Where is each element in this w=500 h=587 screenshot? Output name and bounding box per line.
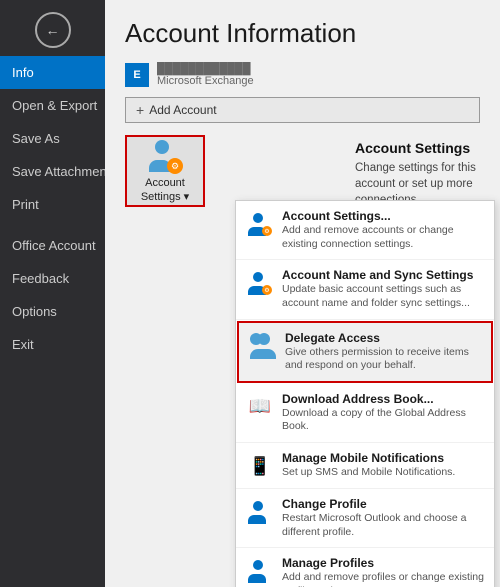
dropdown-item-manage-profiles[interactable]: Manage Profiles Add and remove profiles … [236,548,494,587]
dropdown-item-text: Account Settings... Add and remove accou… [282,209,484,251]
dropdown-item-text: Manage Mobile Notifications Set up SMS a… [282,451,484,480]
sidebar-item-label: Exit [12,337,34,352]
dropdown-item-account-settings[interactable]: ⚙ Account Settings... Add and remove acc… [236,201,494,260]
manage-profiles-icon [246,557,274,585]
sidebar-item-print[interactable]: Print [0,188,105,221]
sidebar-item-label: Options [12,304,57,319]
change-profile-icon [246,498,274,526]
account-settings-icon-area: ⚙ [147,138,183,174]
sidebar-item-label: Save As [12,131,60,146]
account-settings-label: AccountSettings ▾ [141,177,189,203]
sidebar-item-label: Print [12,197,39,212]
page-title: Account Information [105,0,500,59]
sidebar-item-label: Office Account [12,238,96,253]
sidebar-item-office-account[interactable]: Office Account [0,229,105,262]
add-account-button[interactable]: + Add Account [125,97,480,123]
dropdown-item-text: Delegate Access Give others permission t… [285,331,481,373]
dropdown-item-account-name-sync[interactable]: ⚙ Account Name and Sync Settings Update … [236,260,494,319]
sidebar-item-label: Save Attachments [12,164,117,179]
sidebar: ← Info Open & Export Save As Save Attach… [0,0,105,587]
account-settings-button[interactable]: ⚙ AccountSettings ▾ [125,135,205,207]
sidebar-item-save-attachments[interactable]: Save Attachments [0,155,105,188]
account-info: ████████████ Microsoft Exchange [157,63,254,87]
account-type: Microsoft Exchange [157,75,254,87]
dropdown-item-mobile-notifications[interactable]: 📱 Manage Mobile Notifications Set up SMS… [236,443,494,489]
account-email: ████████████ [157,63,254,75]
sidebar-item-label: Feedback [12,271,69,286]
dropdown-item-text: Download Address Book... Download a copy… [282,392,484,434]
dropdown-item-download-address-book[interactable]: 📖 Download Address Book... Download a co… [236,384,494,443]
sidebar-item-feedback[interactable]: Feedback [0,262,105,295]
sidebar-item-exit[interactable]: Exit [0,328,105,361]
account-name-sync-icon: ⚙ [246,269,274,297]
account-settings-header: Account Settings [355,140,490,156]
dropdown-item-delegate-access[interactable]: Delegate Access Give others permission t… [237,321,493,383]
dropdown-item-text: Account Name and Sync Settings Update ba… [282,268,484,310]
add-account-label: Add Account [149,103,216,117]
sidebar-item-label: Open & Export [12,98,97,113]
account-settings-icon: ⚙ [246,210,274,238]
sidebar-item-open-export[interactable]: Open & Export [0,89,105,122]
back-icon: ← [46,22,60,38]
address-book-icon: 📖 [246,393,274,421]
account-settings-dropdown: ⚙ Account Settings... Add and remove acc… [235,200,495,587]
sidebar-item-save-as[interactable]: Save As [0,122,105,155]
sidebar-item-options[interactable]: Options [0,295,105,328]
dropdown-item-text: Change Profile Restart Microsoft Outlook… [282,497,484,539]
account-bar: E ████████████ Microsoft Exchange [105,59,500,93]
dropdown-item-text: Manage Profiles Add and remove profiles … [282,556,484,587]
plus-icon: + [136,102,144,118]
exchange-icon: E [125,63,149,87]
dropdown-item-change-profile[interactable]: Change Profile Restart Microsoft Outlook… [236,489,494,548]
back-button[interactable]: ← [35,12,71,48]
main-content: Account Information E ████████████ Micro… [105,0,500,587]
mobile-icon: 📱 [246,452,274,480]
delegate-access-icon [249,332,277,360]
sidebar-item-label: Info [12,65,34,80]
sidebar-item-info[interactable]: Info [0,56,105,89]
